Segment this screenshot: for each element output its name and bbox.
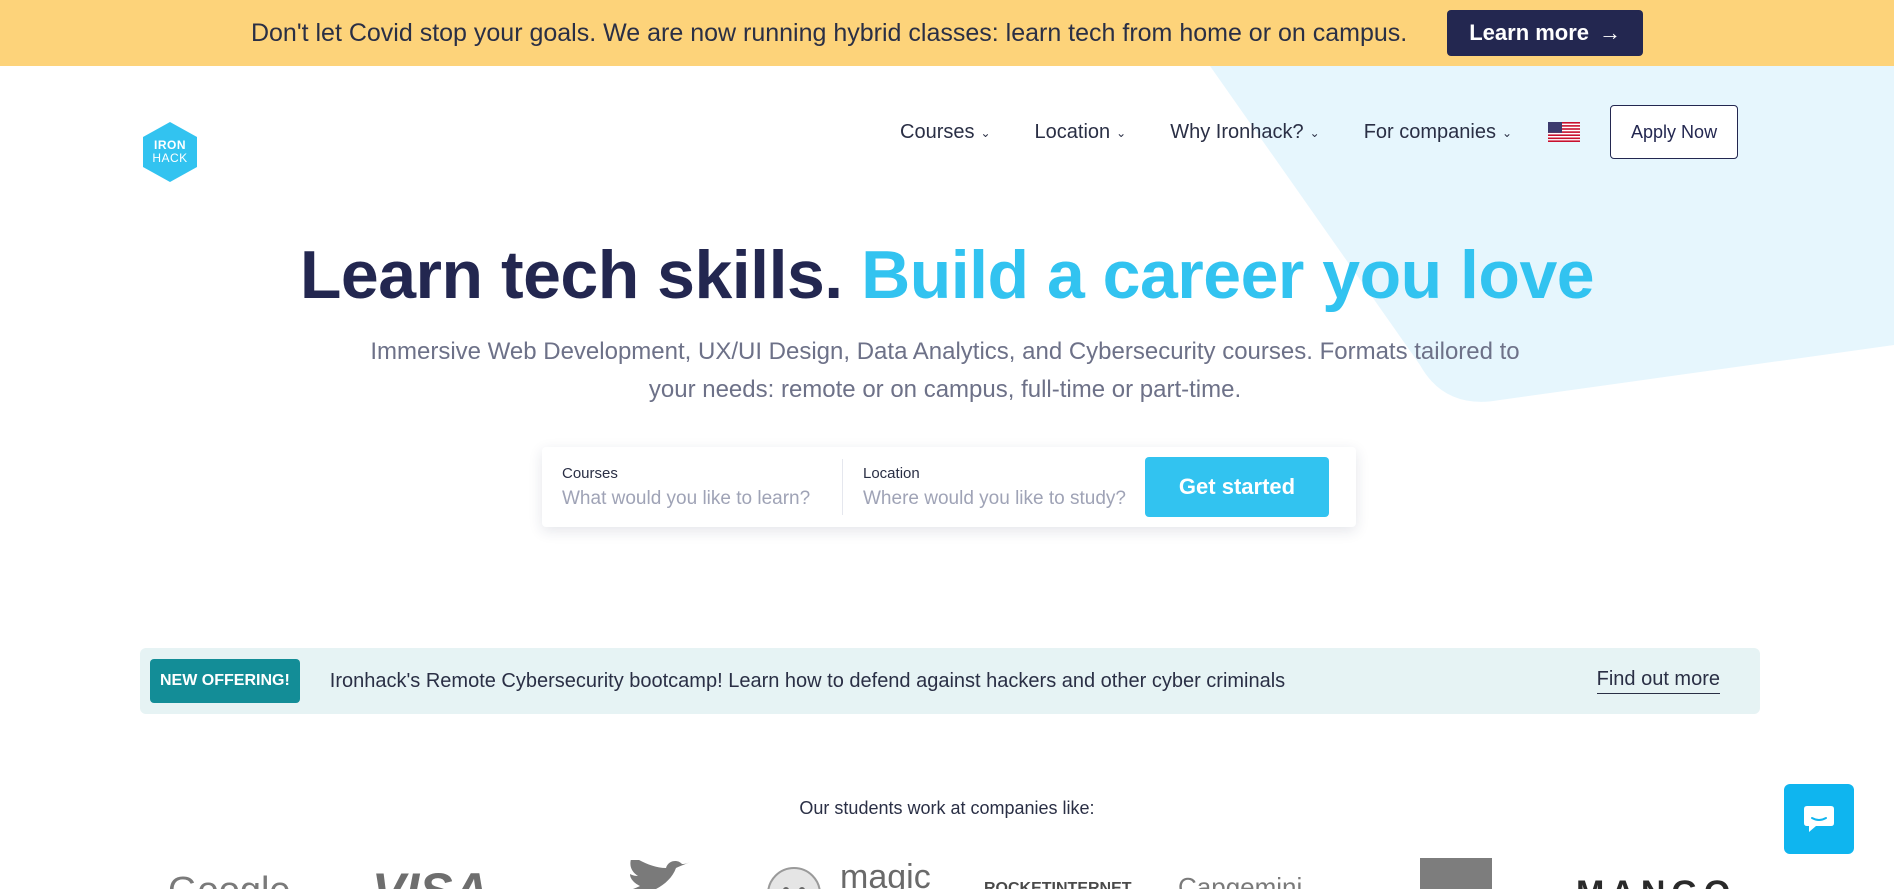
magic-face-icon — [767, 867, 821, 889]
chat-bubble-icon — [1804, 806, 1834, 832]
visa-logo: VISA — [372, 862, 489, 889]
announcement-bar: Don't let Covid stop your goals. We are … — [0, 0, 1894, 66]
chevron-down-icon: ⌄ — [1309, 126, 1320, 140]
announcement-text: Don't let Covid stop your goals. We are … — [250, 18, 1408, 47]
chevron-down-icon: ⌄ — [980, 126, 991, 140]
capgemini-logo: Capgemini — [1178, 872, 1303, 889]
courses-field: Courses — [542, 459, 842, 515]
us-flag-icon[interactable] — [1548, 122, 1581, 142]
hero-title: Learn tech skills. Build a career you lo… — [0, 236, 1894, 314]
offering-text: Ironhack's Remote Cybersecurity bootcamp… — [329, 669, 1286, 692]
hero-subtitle: Immersive Web Development, UX/UI Design,… — [370, 338, 1520, 403]
logo-line2: HACK — [152, 151, 188, 165]
page: Don't let Covid stop your goals. We are … — [0, 0, 1894, 889]
learn-more-button[interactable]: Learn more → — [1447, 10, 1644, 56]
ironhack-logo[interactable]: IRON HACK — [140, 120, 200, 184]
nav-location[interactable]: Location ⌄ — [1035, 121, 1127, 144]
offering-banner: NEW OFFERING! Ironhack's Remote Cybersec… — [140, 648, 1760, 714]
courses-input[interactable] — [562, 487, 832, 510]
nav-location-label: Location — [1034, 120, 1111, 143]
learn-more-label: Learn more — [1469, 20, 1590, 45]
courses-field-label: Courses — [562, 464, 618, 482]
location-field: Location — [842, 459, 1142, 515]
nav-for-companies[interactable]: For companies ⌄ — [1364, 121, 1512, 144]
chevron-down-icon: ⌄ — [1116, 126, 1127, 140]
mango-logo: MANGO — [1576, 874, 1736, 889]
nav-why-ironhack[interactable]: Why Ironhack? ⌄ — [1170, 121, 1319, 144]
chevron-down-icon: ⌄ — [1501, 126, 1513, 140]
chat-button[interactable] — [1784, 784, 1854, 854]
main-nav: Courses ⌄ Location ⌄ Why Ironhack? ⌄ For… — [900, 105, 1739, 159]
rocketinternet-logo: ROCKETINTERNET — [984, 880, 1132, 889]
hero-title-dark: Learn tech skills. — [299, 237, 843, 313]
course-search-box: Courses Location Get started — [542, 447, 1356, 527]
nav-companies-label: For companies — [1363, 120, 1496, 143]
location-field-label: Location — [863, 464, 920, 482]
google-logo: Google — [168, 870, 291, 889]
company-logos: Google VISA magic ROCKETINTERNET Capgemi… — [0, 852, 1894, 889]
apply-now-button[interactable]: Apply Now — [1610, 105, 1739, 159]
magic-logo: magic — [840, 858, 931, 889]
twitter-logo-icon — [630, 860, 690, 889]
new-offering-badge: NEW OFFERING! — [150, 659, 300, 703]
hero-title-blue: Build a career you love — [861, 237, 1595, 313]
location-input[interactable] — [863, 487, 1133, 510]
square-logo — [1420, 858, 1492, 889]
nav-courses[interactable]: Courses ⌄ — [900, 121, 991, 144]
nav-why-label: Why Ironhack? — [1170, 120, 1304, 143]
find-out-more-link[interactable]: Find out more — [1596, 668, 1720, 694]
logo-text: IRON HACK — [140, 120, 200, 184]
nav-courses-label: Courses — [900, 120, 975, 143]
arrow-right-icon: → — [1599, 20, 1622, 45]
companies-title: Our students work at companies like: — [799, 798, 1095, 818]
get-started-button[interactable]: Get started — [1145, 457, 1329, 517]
